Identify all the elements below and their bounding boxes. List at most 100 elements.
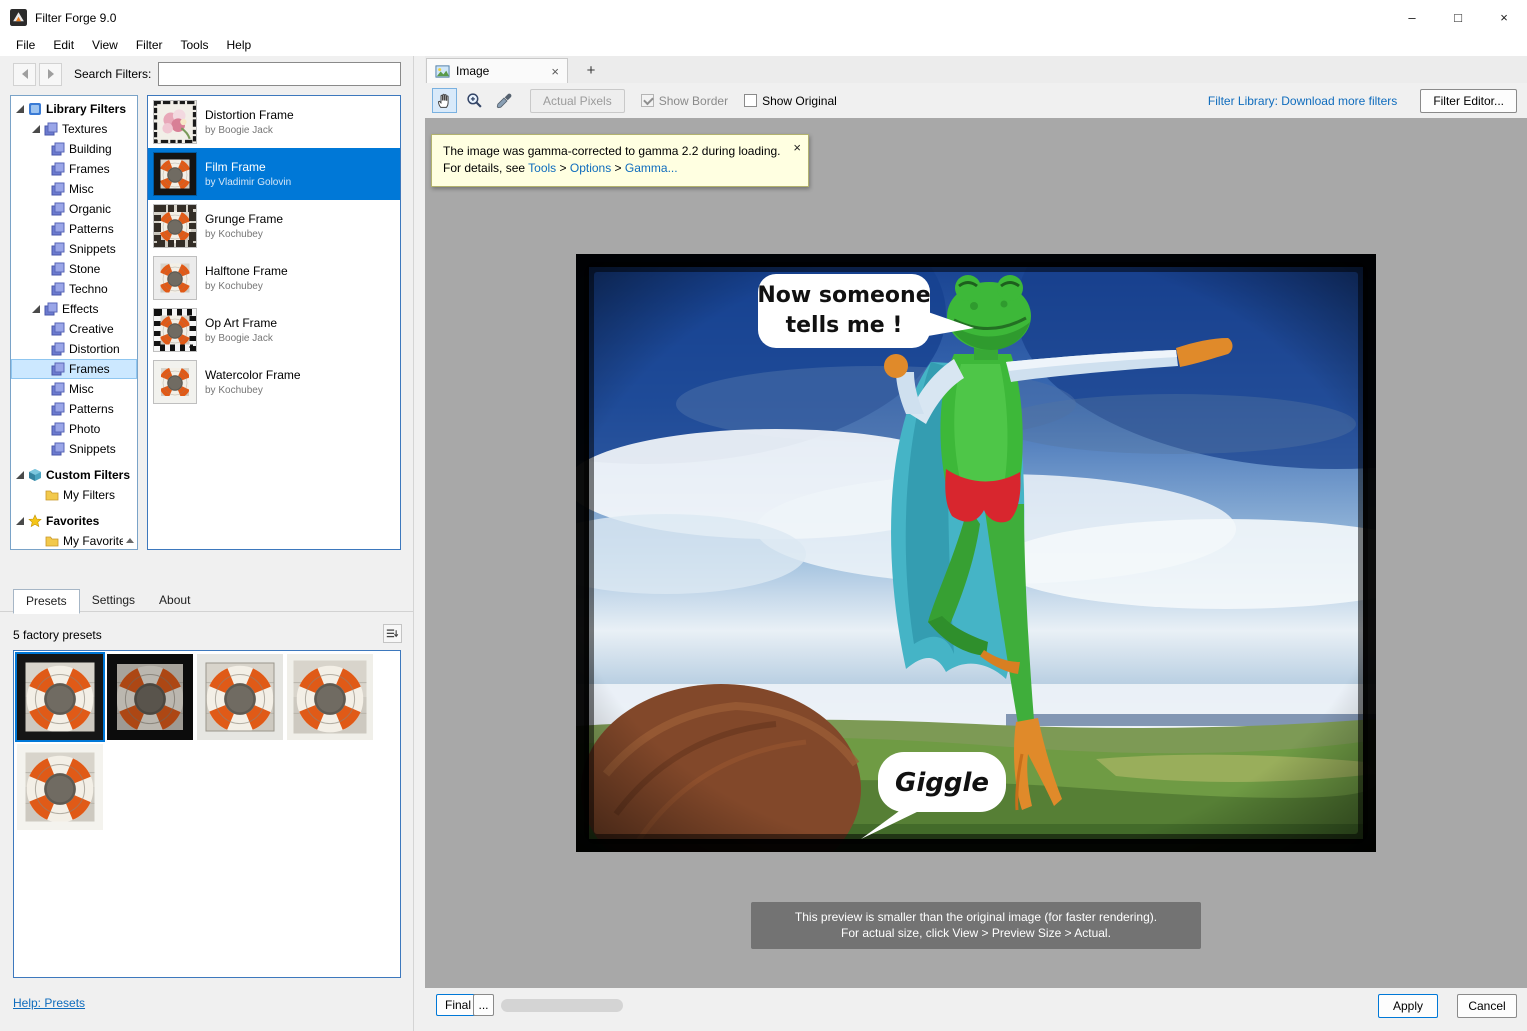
close-button[interactable]: ×: [1481, 0, 1527, 35]
tree-item-effects-misc[interactable]: Misc: [11, 379, 137, 399]
filter-author: by Kochubey: [205, 385, 263, 396]
tab-image[interactable]: Image ×: [426, 58, 568, 83]
filter-item-halftone-frame[interactable]: Halftone Frame by Kochubey: [148, 252, 400, 304]
menu-tools[interactable]: Tools: [172, 35, 218, 56]
menu-file[interactable]: File: [7, 35, 44, 56]
filter-item-grunge-frame[interactable]: Grunge Frame by Kochubey: [148, 200, 400, 252]
tools-link[interactable]: Tools: [528, 161, 556, 175]
category-icon: [51, 442, 65, 456]
tab-presets[interactable]: Presets: [13, 589, 80, 614]
quality-options-button[interactable]: ...: [473, 994, 494, 1016]
tree-item-textures-frames[interactable]: Frames: [11, 159, 137, 179]
minimize-button[interactable]: –: [1389, 0, 1435, 35]
show-original-checkbox[interactable]: [744, 94, 758, 107]
tree-label: Favorites: [46, 514, 100, 528]
forward-button[interactable]: [39, 62, 62, 86]
expand-icon[interactable]: [32, 125, 40, 133]
tree-item-favorites[interactable]: Favorites: [11, 511, 137, 531]
preset-list: [13, 650, 401, 978]
tree-item-effects-frames[interactable]: Frames: [11, 359, 137, 379]
tree-item-library-filters[interactable]: Library Filters: [11, 99, 137, 119]
preset-thumbnail-1[interactable]: [15, 652, 105, 742]
tree-item-effects-creative[interactable]: Creative: [11, 319, 137, 339]
image-canvas[interactable]: × The image was gamma-corrected to gamma…: [425, 118, 1527, 988]
filter-author: by Kochubey: [205, 229, 263, 240]
tree-item-effects-snippets[interactable]: Snippets: [11, 439, 137, 459]
expand-icon[interactable]: [16, 517, 24, 525]
filter-item-watercolor-frame[interactable]: Watercolor Frame by Kochubey: [148, 356, 400, 408]
zoom-tool-button[interactable]: [462, 88, 487, 113]
tree-item-textures-misc[interactable]: Misc: [11, 179, 137, 199]
new-tab-button[interactable]: +: [579, 60, 603, 81]
help-presets-link[interactable]: Help: Presets: [13, 996, 85, 1010]
category-icon: [51, 242, 65, 256]
notification-close-button[interactable]: ×: [793, 139, 801, 156]
tree-item-effects[interactable]: Effects: [11, 299, 137, 319]
preview-note-line1: This preview is smaller than the origina…: [794, 910, 1158, 924]
tree-item-textures-patterns[interactable]: Patterns: [11, 219, 137, 239]
filter-editor-button[interactable]: Filter Editor...: [1420, 88, 1517, 113]
minimize-icon: –: [1408, 10, 1416, 25]
eyedropper-tool-button[interactable]: [492, 88, 517, 113]
tree-item-custom-filters[interactable]: Custom Filters: [11, 465, 137, 485]
preset-thumbnail-5[interactable]: [17, 744, 103, 830]
tab-close-button[interactable]: ×: [551, 65, 559, 78]
tree-item-my-filters[interactable]: My Filters: [11, 485, 137, 505]
menu-edit[interactable]: Edit: [44, 35, 83, 56]
tree-scroll-up-button[interactable]: [123, 534, 136, 547]
preset-sort-button[interactable]: [383, 624, 402, 643]
horizontal-splitter[interactable]: [0, 552, 413, 578]
tree-item-effects-patterns[interactable]: Patterns: [11, 399, 137, 419]
filter-thumbnail: [153, 360, 197, 404]
show-border-group: Show Border: [640, 94, 728, 108]
menu-filter[interactable]: Filter: [127, 35, 172, 56]
filter-name: Grunge Frame: [205, 212, 284, 226]
expand-icon[interactable]: [16, 105, 24, 113]
tree-label: Effects: [62, 302, 99, 316]
preset-thumbnail-3[interactable]: [197, 654, 283, 740]
tree-label: Custom Filters: [46, 468, 131, 482]
filter-library-link[interactable]: Filter Library: Download more filters: [1208, 94, 1397, 108]
maximize-button[interactable]: □: [1435, 0, 1481, 35]
back-button[interactable]: [13, 62, 36, 86]
tree-item-textures-organic[interactable]: Organic: [11, 199, 137, 219]
menu-help[interactable]: Help: [218, 35, 261, 56]
preset-thumbnail-2[interactable]: [107, 654, 193, 740]
document-tab-bar: Image × +: [425, 56, 1527, 83]
menu-view[interactable]: View: [83, 35, 127, 56]
tab-about[interactable]: About: [147, 589, 202, 614]
tree-item-textures-stone[interactable]: Stone: [11, 259, 137, 279]
tab-settings[interactable]: Settings: [80, 589, 147, 614]
preset-thumbnail-4[interactable]: [287, 654, 373, 740]
actual-pixels-button[interactable]: Actual Pixels: [530, 88, 625, 113]
preview-image[interactable]: Now someone tells me ! Giggle: [576, 254, 1376, 852]
filter-author: by Boogie Jack: [205, 333, 273, 344]
gamma-note-prefix: For details, see: [443, 161, 529, 175]
expand-icon[interactable]: [32, 305, 40, 313]
preview-size-notification: This preview is smaller than the origina…: [751, 902, 1201, 949]
tree-item-my-favorites[interactable]: My Favorites: [11, 531, 137, 549]
pan-tool-button[interactable]: [432, 88, 457, 113]
gamma-note-line1: The image was gamma-corrected to gamma 2…: [443, 144, 781, 158]
filter-item-film-frame[interactable]: Film Frame by Vladimir Golovin: [148, 148, 400, 200]
tree-item-textures-techno[interactable]: Techno: [11, 279, 137, 299]
cancel-button[interactable]: Cancel: [1457, 994, 1517, 1018]
tree-item-textures-building[interactable]: Building: [11, 139, 137, 159]
apply-button[interactable]: Apply: [1378, 994, 1438, 1018]
gamma-link[interactable]: Gamma...: [625, 161, 678, 175]
options-link[interactable]: Options: [570, 161, 611, 175]
tree-item-textures[interactable]: Textures: [11, 119, 137, 139]
filter-author: by Vladimir Golovin: [205, 177, 292, 188]
tree-item-effects-photo[interactable]: Photo: [11, 419, 137, 439]
show-border-checkbox[interactable]: [640, 94, 654, 107]
filter-item-op-art-frame[interactable]: Op Art Frame by Boogie Jack: [148, 304, 400, 356]
expand-icon[interactable]: [16, 471, 24, 479]
category-icon: [51, 142, 65, 156]
tree-label: Textures: [62, 122, 108, 136]
tree-item-effects-distortion[interactable]: Distortion: [11, 339, 137, 359]
tree-item-textures-snippets[interactable]: Snippets: [11, 239, 137, 259]
filter-item-distortion-frame[interactable]: Distortion Frame by Boogie Jack: [148, 96, 400, 148]
category-icon: [51, 382, 65, 396]
render-progress-bar: [501, 999, 623, 1012]
search-input[interactable]: [158, 62, 401, 86]
